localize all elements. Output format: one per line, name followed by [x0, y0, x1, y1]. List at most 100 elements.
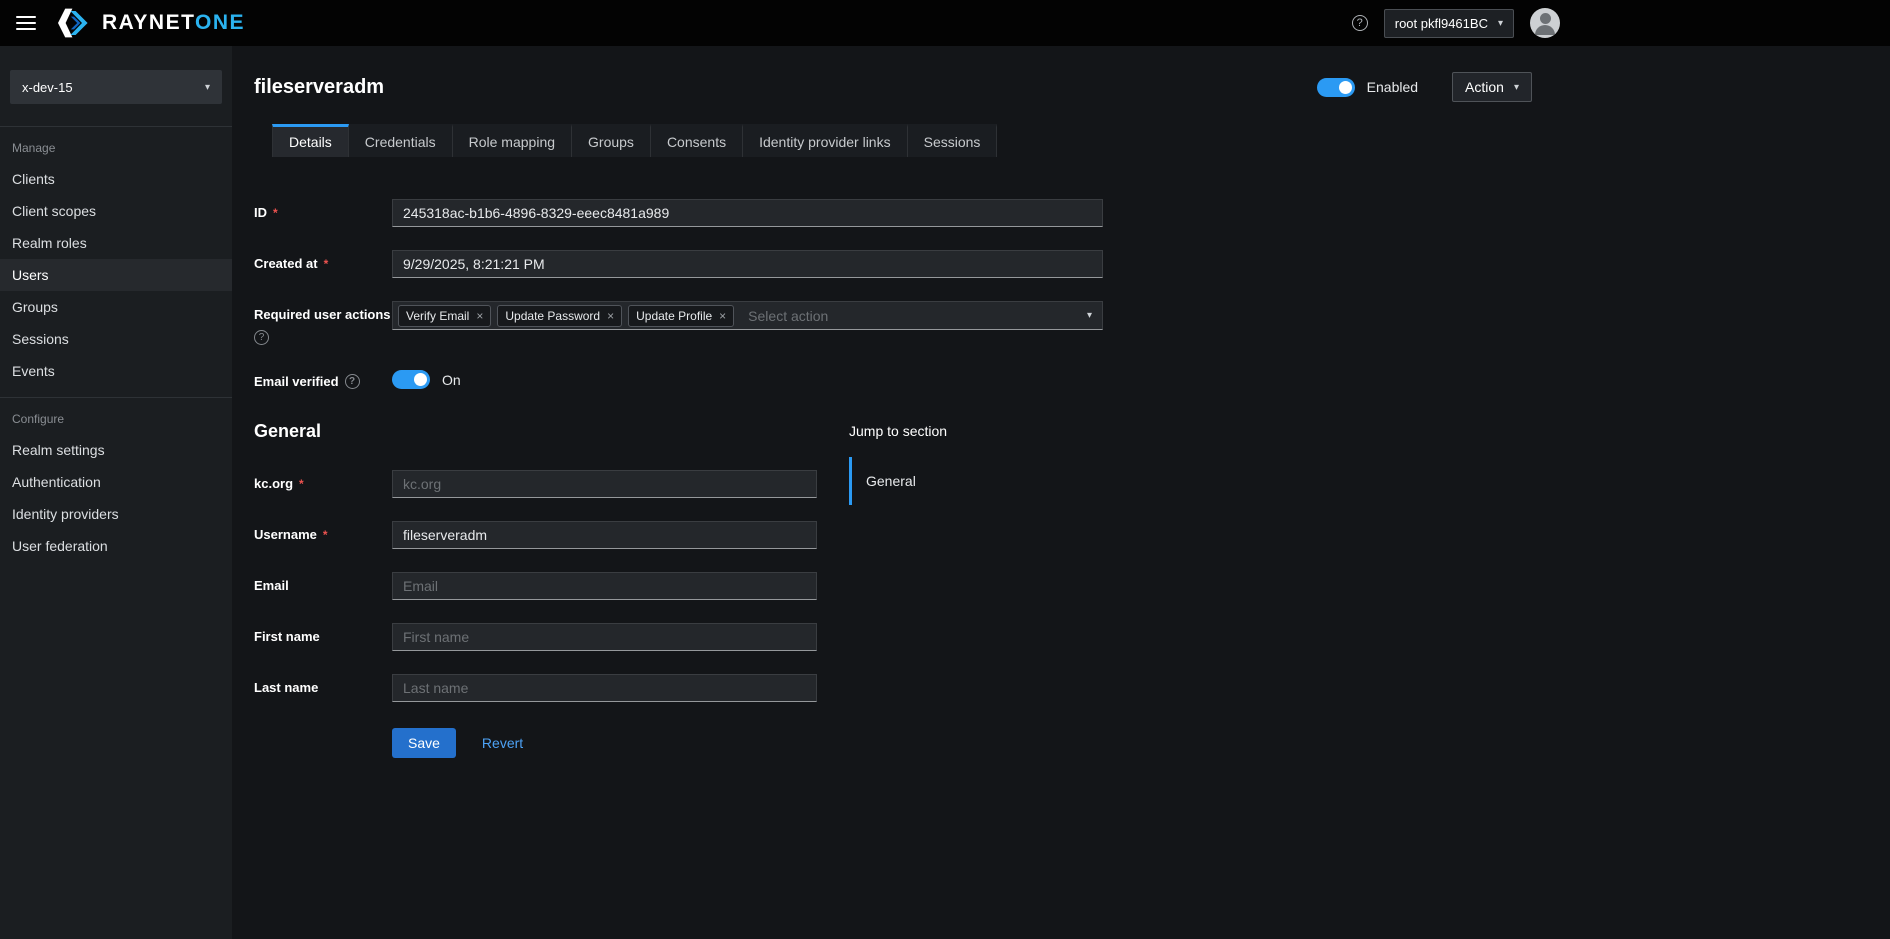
- chevron-down-icon: [205, 82, 210, 93]
- email-verified-label: Email verified: [254, 374, 360, 389]
- page-title: fileserveradm: [254, 76, 384, 99]
- help-icon[interactable]: [254, 330, 269, 345]
- email-label: Email: [254, 578, 289, 593]
- id-field[interactable]: [392, 199, 1103, 227]
- page-header: fileserveradm Enabled Action Details: [232, 46, 1890, 157]
- avatar[interactable]: [1530, 8, 1560, 38]
- chevron-down-icon: [1498, 18, 1503, 29]
- kc-org-field[interactable]: [392, 470, 817, 498]
- created-at-field[interactable]: [392, 250, 1103, 278]
- topbar: RAYNETONE root pkfl9461BC: [0, 0, 1890, 46]
- created-at-label: Created at *: [254, 256, 328, 271]
- close-icon[interactable]: [719, 309, 726, 323]
- required-marker: *: [299, 477, 304, 491]
- required-marker: *: [324, 257, 329, 271]
- email-row: Email: [254, 572, 849, 600]
- sidebar-item-groups[interactable]: Groups: [0, 291, 232, 323]
- general-heading: General: [254, 421, 849, 442]
- select-placeholder: Select action: [748, 308, 828, 324]
- sidebar-item-sessions[interactable]: Sessions: [0, 323, 232, 355]
- kc-org-label: kc.org *: [254, 476, 304, 491]
- form-actions: Save Revert: [392, 728, 849, 758]
- jump-to-section-title: Jump to section: [849, 421, 1069, 439]
- action-dropdown-button[interactable]: Action: [1452, 72, 1532, 102]
- required-marker: *: [323, 528, 328, 542]
- required-actions-select[interactable]: Verify Email Update Password Update Prof…: [392, 301, 1103, 330]
- chip-update-profile: Update Profile: [628, 305, 734, 327]
- first-name-field[interactable]: [392, 623, 817, 651]
- enabled-toggle-label: Enabled: [1367, 79, 1418, 95]
- menu-icon[interactable]: [16, 16, 36, 30]
- save-button[interactable]: Save: [392, 728, 456, 758]
- chip-label: Update Profile: [636, 309, 712, 323]
- sidebar-item-clients[interactable]: Clients: [0, 163, 232, 195]
- sidebar-item-realm-settings[interactable]: Realm settings: [0, 434, 232, 466]
- id-row: ID *: [254, 199, 1890, 227]
- help-icon[interactable]: [1352, 15, 1368, 31]
- required-user-actions-row: Required user actions Verify Email Updat…: [254, 301, 1890, 345]
- chip-verify-email: Verify Email: [398, 305, 491, 327]
- sidebar-item-users[interactable]: Users: [0, 259, 232, 291]
- chevron-down-icon: [1514, 82, 1519, 93]
- section-label: Manage: [0, 141, 232, 163]
- username-field[interactable]: [392, 521, 817, 549]
- email-verified-row: Email verified On: [254, 368, 1890, 389]
- help-icon[interactable]: [345, 374, 360, 389]
- close-icon[interactable]: [476, 309, 483, 323]
- section-label: Configure: [0, 412, 232, 434]
- close-icon[interactable]: [607, 309, 614, 323]
- tab-bar: Details Credentials Role mapping Groups …: [272, 124, 1532, 157]
- revert-link[interactable]: Revert: [482, 735, 523, 751]
- general-section: General kc.org *: [254, 421, 1890, 758]
- created-at-row: Created at *: [254, 250, 1890, 278]
- tab-groups[interactable]: Groups: [572, 124, 651, 157]
- details-form: ID * Created at *: [232, 157, 1890, 939]
- sidebar-item-authentication[interactable]: Authentication: [0, 466, 232, 498]
- jump-item-general[interactable]: General: [849, 457, 1069, 505]
- user-menu-label: root pkfl9461BC: [1395, 16, 1488, 31]
- brand-text: RAYNETONE: [102, 11, 245, 35]
- sidebar-item-realm-roles[interactable]: Realm roles: [0, 227, 232, 259]
- tab-details[interactable]: Details: [272, 124, 349, 157]
- sidebar-item-user-federation[interactable]: User federation: [0, 530, 232, 562]
- required-marker: *: [273, 206, 278, 220]
- last-name-label: Last name: [254, 680, 318, 695]
- chevron-down-icon[interactable]: [1087, 310, 1092, 321]
- topbar-right: root pkfl9461BC: [1352, 8, 1560, 38]
- last-name-row: Last name: [254, 674, 849, 702]
- first-name-label: First name: [254, 629, 320, 644]
- tab-identity-provider-links[interactable]: Identity provider links: [743, 124, 908, 157]
- brand-logo: RAYNETONE: [56, 7, 245, 39]
- brand-primary: RAYNET: [102, 11, 195, 34]
- kc-org-row: kc.org *: [254, 470, 849, 498]
- enabled-toggle[interactable]: [1317, 78, 1355, 97]
- id-label: ID *: [254, 205, 278, 220]
- realm-selector-label: x-dev-15: [22, 80, 73, 95]
- email-field[interactable]: [392, 572, 817, 600]
- sidebar-item-client-scopes[interactable]: Client scopes: [0, 195, 232, 227]
- required-user-actions-label: Required user actions: [254, 307, 391, 322]
- email-verified-toggle[interactable]: [392, 370, 430, 389]
- username-label: Username *: [254, 527, 328, 542]
- chip-label: Verify Email: [406, 309, 469, 323]
- tab-credentials[interactable]: Credentials: [349, 124, 453, 157]
- chip-update-password: Update Password: [497, 305, 622, 327]
- sidebar-item-identity-providers[interactable]: Identity providers: [0, 498, 232, 530]
- last-name-field[interactable]: [392, 674, 817, 702]
- email-verified-state: On: [442, 372, 461, 388]
- sidebar: x-dev-15 Manage Clients Client scopes Re…: [0, 46, 232, 939]
- chip-label: Update Password: [505, 309, 600, 323]
- sidebar-item-events[interactable]: Events: [0, 355, 232, 387]
- app-root: RAYNETONE root pkfl9461BC x-dev-15 Manag…: [0, 0, 1890, 939]
- realm-selector[interactable]: x-dev-15: [10, 70, 222, 104]
- tab-consents[interactable]: Consents: [651, 124, 743, 157]
- brand-mark-icon: [56, 7, 92, 39]
- sidebar-section-configure: Configure Realm settings Authentication …: [0, 398, 232, 572]
- enabled-group: Enabled: [1317, 78, 1418, 97]
- main-panel: fileserveradm Enabled Action Details: [232, 46, 1890, 939]
- username-row: Username *: [254, 521, 849, 549]
- tab-role-mapping[interactable]: Role mapping: [453, 124, 572, 157]
- first-name-row: First name: [254, 623, 849, 651]
- tab-sessions[interactable]: Sessions: [908, 124, 998, 157]
- user-menu-button[interactable]: root pkfl9461BC: [1384, 9, 1514, 38]
